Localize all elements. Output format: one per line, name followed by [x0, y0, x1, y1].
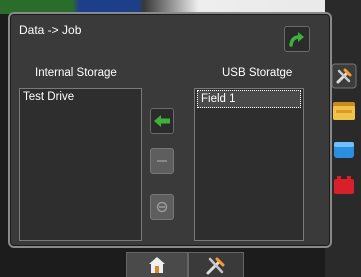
green-left-arrow-icon	[154, 115, 170, 127]
usb-storage-label: USB Storatge	[222, 67, 293, 79]
usb-storage-list[interactable]: Field 1	[194, 88, 304, 241]
folder-button[interactable]	[330, 97, 358, 125]
edit-button[interactable]	[150, 148, 174, 174]
list-item[interactable]: Field 1	[197, 90, 301, 108]
delete-button[interactable]	[150, 194, 174, 220]
edit-icon	[157, 160, 167, 162]
list-item[interactable]: Test Drive	[20, 89, 141, 105]
dialog-title: Data -> Job	[19, 23, 82, 37]
red-box-icon	[334, 176, 354, 194]
blue-item-button[interactable]	[330, 136, 358, 164]
job-transfer-dialog: Data -> Job Internal Storage USB Storatg…	[8, 12, 332, 248]
green-curved-arrow-icon	[289, 32, 304, 47]
red-item-button[interactable]	[330, 172, 358, 200]
folder-icon	[333, 102, 355, 120]
tab-home[interactable]	[126, 252, 188, 277]
blue-box-icon	[334, 142, 354, 158]
internal-storage-label: Internal Storage	[35, 67, 117, 79]
delete-icon	[156, 201, 168, 213]
wrench-hammer-icon	[331, 63, 357, 89]
internal-storage-list[interactable]: Test Drive	[19, 88, 142, 241]
ok-button[interactable]	[284, 26, 310, 52]
transfer-left-button[interactable]	[150, 108, 174, 134]
tab-tools[interactable]	[188, 252, 244, 277]
tools-button[interactable]	[330, 62, 358, 90]
wrench-hammer-icon	[206, 257, 225, 275]
home-icon	[149, 257, 165, 273]
